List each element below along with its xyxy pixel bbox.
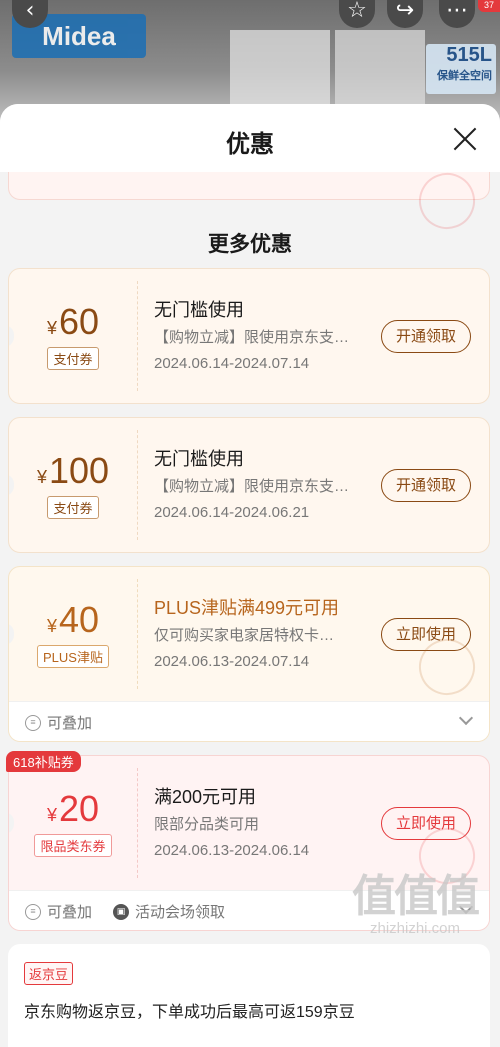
- share-icon: ↪: [395, 0, 415, 23]
- watermark-logo: 值值值: [352, 871, 480, 922]
- currency-symbol: ¥: [36, 467, 47, 487]
- sheet-title: 优惠: [226, 131, 274, 158]
- message-count-badge: 37: [478, 0, 500, 12]
- currency-symbol: ¥: [46, 318, 57, 338]
- coupon-type-tag: 支付券: [47, 347, 99, 370]
- section-title: 更多优惠: [208, 233, 292, 256]
- close-icon[interactable]: [452, 126, 478, 152]
- coupon-divider: [137, 281, 138, 391]
- coupon-desc: 限部分品类可用: [154, 816, 260, 833]
- coupon-desc: 【购物立减】限使用京东支…: [154, 478, 350, 495]
- coupon-date: 2024.06.14-2024.07.14: [154, 355, 310, 372]
- currency-symbol: ¥: [46, 616, 57, 636]
- bean-text: 京东购物返京豆，下单成功后最高可返159京豆: [24, 1004, 355, 1021]
- coupon-amount: 60: [58, 301, 100, 342]
- coupon-date: 2024.06.13-2024.07.14: [154, 653, 310, 670]
- claim-button[interactable]: 开通领取: [381, 320, 471, 353]
- stackable-label: ≡ 可叠加: [25, 712, 92, 733]
- coupon-desc: 仅可购买家电家居特权卡…: [154, 627, 335, 644]
- coupon-divider: [137, 768, 138, 878]
- more-dots-icon: ⋯: [446, 0, 468, 23]
- coupon-amount: 100: [48, 450, 110, 491]
- coupon-footer[interactable]: ≡ 可叠加: [9, 701, 489, 741]
- coupon-type-tag: PLUS津贴: [37, 645, 109, 668]
- previous-coupon-card: [8, 165, 490, 237]
- event-icon: ▣: [113, 903, 129, 920]
- chevron-down-icon[interactable]: [458, 710, 474, 726]
- site-watermark: 值值值 zhizhizhi.com: [340, 860, 490, 937]
- more-button[interactable]: ⋯: [439, 0, 475, 28]
- coupon-info: 满200元可用 限部分品类可用 2024.06.13-2024.06.14: [154, 783, 360, 859]
- coupon-title: 无门槛使用: [154, 300, 244, 320]
- coupon-card: ¥100 支付券 无门槛使用 【购物立减】限使用京东支… 2024.06.14-…: [8, 417, 490, 553]
- coupon-amount-block: ¥40 PLUS津贴: [9, 567, 137, 701]
- coupon-info: PLUS津贴满499元可用 仅可购买家电家居特权卡… 2024.06.13-20…: [154, 594, 360, 670]
- capacity-tag: 515L 保鲜全空间: [426, 44, 496, 94]
- stack-icon: ≡: [25, 714, 41, 731]
- coupon-info: 无门槛使用 【购物立减】限使用京东支… 2024.06.14-2024.06.2…: [154, 445, 360, 521]
- currency-symbol: ¥: [46, 805, 57, 825]
- capacity-tag-sub: 保鲜全空间: [437, 70, 492, 82]
- favorite-button[interactable]: ☆: [339, 0, 375, 28]
- claimed-stamp-icon: [411, 165, 483, 237]
- coupon-body: ¥100 支付券 无门槛使用 【购物立减】限使用京东支… 2024.06.14-…: [9, 418, 489, 552]
- coupon-body: ¥40 PLUS津贴 PLUS津贴满499元可用 仅可购买家电家居特权卡… 20…: [9, 567, 489, 703]
- coupon-body: ¥60 支付券 无门槛使用 【购物立减】限使用京东支… 2024.06.14-2…: [9, 269, 489, 403]
- sheet-header: 优惠: [0, 104, 500, 172]
- claim-button[interactable]: 开通领取: [381, 469, 471, 502]
- coupon-title: 满200元可用: [154, 787, 257, 807]
- coupon-title: PLUS津贴满499元可用: [154, 598, 340, 618]
- coupon-info: 无门槛使用 【购物立减】限使用京东支… 2024.06.14-2024.07.1…: [154, 296, 360, 372]
- coupon-divider: [137, 579, 138, 689]
- coupon-amount-block: ¥20 限品类东券: [9, 756, 137, 890]
- coupon-card: ¥60 支付券 无门槛使用 【购物立减】限使用京东支… 2024.06.14-2…: [8, 268, 490, 404]
- stack-icon: ≡: [25, 903, 41, 920]
- coupon-card: ¥40 PLUS津贴 PLUS津贴满499元可用 仅可购买家电家居特权卡… 20…: [8, 566, 490, 742]
- coupon-amount-block: ¥60 支付券: [9, 269, 137, 403]
- bean-tag: 返京豆: [24, 962, 74, 985]
- coupon-type-tag: 限品类东券: [34, 834, 112, 857]
- star-icon: ☆: [347, 0, 367, 23]
- stackable-text: 可叠加: [47, 715, 93, 732]
- share-button[interactable]: ↪: [387, 0, 423, 28]
- product-background: Midea 515L 保鲜全空间 ‹ ☆ ↪ ⋯ 37: [0, 0, 500, 120]
- subsidy-badge: 618补贴券: [6, 751, 81, 772]
- capacity-tag-main: 515L: [446, 44, 492, 66]
- coupon-amount: 40: [58, 599, 100, 640]
- stackable-text: 可叠加: [47, 904, 93, 921]
- jd-bean-card: 返京豆 京东购物返京豆，下单成功后最高可返159京豆: [8, 944, 490, 1047]
- coupon-amount-block: ¥100 支付券: [9, 418, 137, 552]
- coupon-date: 2024.06.14-2024.06.21: [154, 504, 310, 521]
- coupon-title: 无门槛使用: [154, 449, 244, 469]
- coupon-divider: [137, 430, 138, 540]
- coupon-date: 2024.06.13-2024.06.14: [154, 842, 310, 859]
- coupon-desc: 【购物立减】限使用京东支…: [154, 329, 350, 346]
- stackable-label: ≡ 可叠加: [25, 901, 92, 922]
- event-claim-label: ▣ 活动会场领取: [113, 901, 225, 922]
- event-claim-text: 活动会场领取: [135, 904, 226, 921]
- coupon-type-tag: 支付券: [47, 496, 99, 519]
- coupon-amount: 20: [58, 788, 100, 829]
- back-arrow-icon: ‹: [25, 0, 35, 23]
